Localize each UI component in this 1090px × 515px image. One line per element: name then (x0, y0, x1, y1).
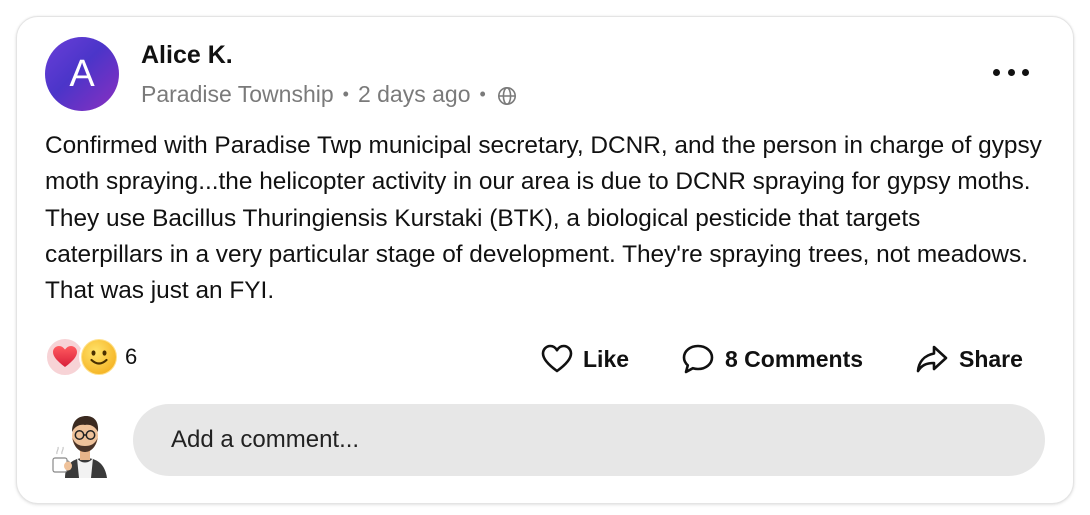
current-user-avatar[interactable] (47, 406, 119, 478)
more-options-button[interactable] (993, 65, 1029, 79)
avatar-letter: A (69, 52, 95, 95)
more-horizontal-icon (993, 68, 1000, 76)
comments-button[interactable]: 8 Comments (681, 339, 863, 379)
globe-icon (497, 85, 517, 105)
post-location[interactable]: Paradise Township (141, 81, 334, 108)
meta-separator: • (479, 84, 486, 104)
share-label: Share (959, 345, 1023, 372)
like-button[interactable]: Like (541, 339, 629, 379)
more-dot (1022, 68, 1029, 76)
reactions-summary[interactable]: 6 (45, 334, 137, 380)
post-time[interactable]: 2 days ago (358, 81, 471, 108)
smile-icon (79, 337, 119, 377)
comment-bubble-icon (682, 344, 714, 374)
share-arrow-icon (916, 345, 948, 373)
post-meta: Paradise Township • 2 days ago • (141, 81, 517, 108)
post-body: Confirmed with Paradise Twp municipal se… (45, 132, 1042, 305)
author-name[interactable]: Alice K. (141, 41, 233, 70)
comment-placeholder: Add a comment... (171, 426, 360, 453)
author-avatar[interactable]: A (45, 37, 119, 111)
more-dot (1007, 68, 1015, 76)
comment-input[interactable]: Add a comment... (133, 404, 1045, 476)
post-card: A Alice K. Paradise Township • 2 days ag… (16, 16, 1074, 504)
share-button[interactable]: Share (915, 339, 1023, 379)
like-label: Like (583, 345, 630, 372)
meta-separator: • (342, 84, 349, 104)
reaction-count: 6 (125, 344, 138, 369)
heart-outline-icon (541, 344, 573, 373)
comments-label: 8 Comments (725, 345, 864, 372)
